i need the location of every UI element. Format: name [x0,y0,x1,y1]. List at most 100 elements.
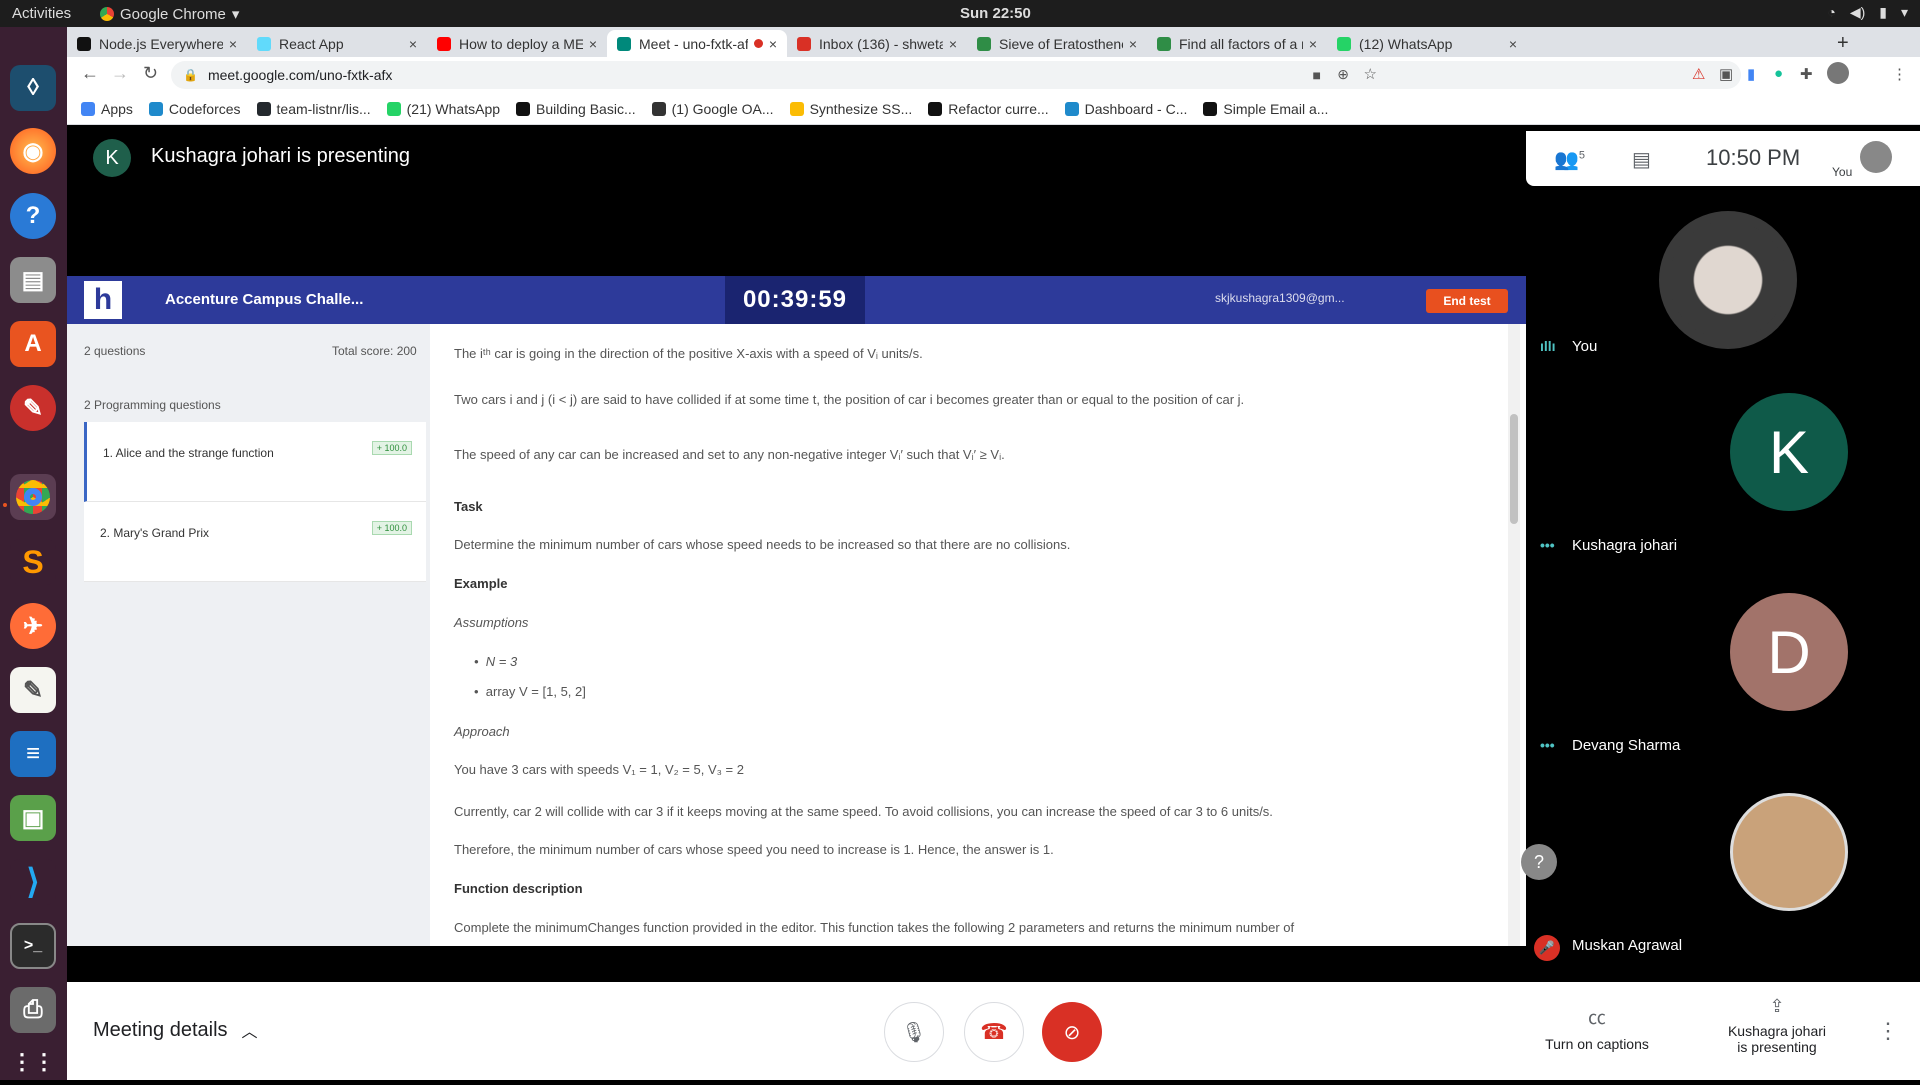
back-icon[interactable]: ← [81,63,99,84]
extensions-puzzle-icon[interactable]: ✚ [1800,65,1813,83]
presenting-button[interactable]: ⇪ Kushagra johari is presenting [1717,996,1837,1055]
chrome-menu-icon[interactable]: ⋮ [1892,65,1907,83]
camera-button[interactable]: ⊘ [1042,1002,1102,1062]
firefox-icon[interactable]: ◉ [10,128,56,174]
volume-icon: ◀) [1849,4,1866,20]
bookmarks-bar: Apps Codeforces team-listnr/lis... (21) Wha… [67,93,1920,125]
scrollbar-thumb[interactable] [1510,414,1518,524]
vscode-icon[interactable]: ⟩ [10,859,56,905]
mysql-workbench-icon[interactable]: ◊ [10,65,56,111]
app-menu[interactable]: Google Chrome ▾ [100,5,239,23]
microphone-button[interactable]: 🎙 [884,1002,944,1062]
bookmark-item[interactable]: Refactor curre... [928,101,1049,117]
grammarly-icon[interactable]: ● [1774,65,1783,82]
participant-tile[interactable]: D ••• Devang Sharma [1526,591,1920,791]
bookmark-star-icon[interactable]: ☆ [1364,65,1377,83]
writer-icon[interactable]: ≡ [10,731,56,777]
meeting-details-button[interactable]: Meeting details ︿ [93,1018,258,1042]
bookmark-favicon-icon [516,101,531,116]
text-editor-icon[interactable]: ✎ [10,667,56,713]
bookmark-item[interactable]: Apps [81,101,133,117]
more-options-icon[interactable]: ••• [1540,737,1555,753]
show-applications-icon[interactable]: ⋮⋮ [10,1039,56,1085]
close-tab-icon[interactable]: × [1129,36,1137,52]
close-tab-icon[interactable]: × [1509,36,1517,52]
mic-off-icon: 🎤 [1534,935,1560,961]
problem-statement: The iᵗʰ car is going in the direction of… [430,324,1526,946]
extension-icon[interactable]: ▮ [1747,65,1755,83]
zoom-icon[interactable]: ⊕ [1337,66,1349,83]
question-item[interactable]: 2. Mary's Grand Prix + 100.0 [84,502,426,582]
extension-icon[interactable]: ⚠ [1692,65,1705,83]
bookmark-item[interactable]: (1) Google OA... [651,101,774,117]
browser-toolbar: ← → ↻ 🔒 meet.google.com/uno-fxtk-afx ■ ⊕… [67,57,1920,93]
scrollbar[interactable] [1508,324,1520,946]
more-options-icon[interactable]: ••• [1540,537,1555,553]
question-title: 2. Mary's Grand Prix [100,526,209,540]
image-viewer-icon[interactable]: ▣ [10,795,56,841]
terminal-icon[interactable]: >_ [10,923,56,969]
tab-strip: Node.js Everywhere wi×React App×How to d… [67,27,1920,57]
self-avatar[interactable] [1860,141,1892,173]
address-bar[interactable]: 🔒 meet.google.com/uno-fxtk-afx ■ ⊕ ☆ [171,61,1741,89]
tab-8[interactable]: (12) WhatsApp × [1327,30,1527,57]
printer-icon[interactable]: ⎙ [10,987,56,1033]
participant-tile[interactable]: 🎤 Muskan Agrawal [1526,791,1920,991]
leave-call-button[interactable]: ☎ [964,1002,1024,1062]
postman-icon[interactable]: ✈ [10,603,56,649]
extension-icon[interactable]: ▣ [1719,65,1733,83]
reload-icon[interactable]: ↻ [143,63,158,84]
bookmark-favicon-icon [256,101,271,116]
close-tab-icon[interactable]: × [1309,36,1317,52]
bookmark-item[interactable]: team-listnr/lis... [256,101,371,117]
files-icon[interactable]: ▤ [10,257,56,303]
tab-2[interactable]: React App × [247,30,427,57]
system-tray[interactable]: ◔ ◀) ▮ ▾ [1827,4,1908,21]
activities-button[interactable]: Activities [12,5,71,22]
close-tab-icon[interactable]: × [589,36,597,52]
tab-1[interactable]: Node.js Everywhere wi × [67,30,247,57]
question-sidebar: 2 questions Total score: 200 2 Programmi… [67,324,430,946]
close-tab-icon[interactable]: × [229,36,237,52]
screenshot-tool-icon[interactable]: ✎ [10,385,56,431]
bookmark-item[interactable]: Simple Email a... [1203,101,1328,117]
participant-tile[interactable]: K ••• Kushagra johari [1526,391,1920,591]
tab-7[interactable]: Find all factors of a na × [1147,30,1327,57]
close-tab-icon[interactable]: × [409,36,417,52]
tab-4[interactable]: Meet - uno-fxtk-afx × [607,30,787,57]
chat-icon[interactable]: ▤ [1632,147,1651,172]
more-options-icon[interactable]: ⋮ [1877,1018,1899,1044]
meeting-details-label: Meeting details [93,1018,228,1041]
chevron-up-icon: ︿ [241,1024,258,1041]
close-tab-icon[interactable]: × [949,36,957,52]
participant-tile[interactable]: ıllı You [1526,191,1920,391]
software-center-icon[interactable]: A [10,321,56,367]
camera-icon[interactable]: ■ [1313,67,1321,83]
tab-5[interactable]: Inbox (136) - shwetaag × [787,30,967,57]
new-tab-icon[interactable]: + [1837,32,1849,55]
end-test-button[interactable]: End test [1426,289,1508,313]
help-icon[interactable]: ? [10,193,56,239]
bookmark-item[interactable]: Building Basic... [516,101,636,117]
sublime-text-icon[interactable]: S [10,539,56,585]
question-title: 1. Alice and the strange function [103,446,274,460]
bookmark-item[interactable]: Synthesize SS... [789,101,912,117]
close-tab-icon[interactable]: × [769,36,777,52]
captions-button[interactable]: ㏄ Turn on captions [1537,1004,1657,1052]
profile-avatar[interactable] [1827,62,1849,84]
participants-icon[interactable]: 👥5 [1554,147,1585,172]
bookmark-item[interactable]: Codeforces [148,101,241,117]
bookmark-item[interactable]: Dashboard - C... [1064,101,1187,117]
bookmark-item[interactable]: (21) WhatsApp [386,101,500,117]
favicon-icon [977,36,991,51]
forward-icon[interactable]: → [111,63,129,84]
favicon-icon [77,36,91,51]
question-item[interactable]: 1. Alice and the strange function + 100.… [84,422,426,502]
tab-title: How to deploy a MERN [459,35,583,52]
avatar [1659,211,1797,349]
tab-3[interactable]: How to deploy a MERN × [427,30,607,57]
tab-6[interactable]: Sieve of Eratosthenes × [967,30,1147,57]
shared-screen[interactable]: h Accenture Campus Challe... 00:39:59 sk… [67,276,1526,946]
chrome-icon[interactable] [10,474,56,520]
system-clock[interactable]: Sun 22:50 [960,5,1031,22]
